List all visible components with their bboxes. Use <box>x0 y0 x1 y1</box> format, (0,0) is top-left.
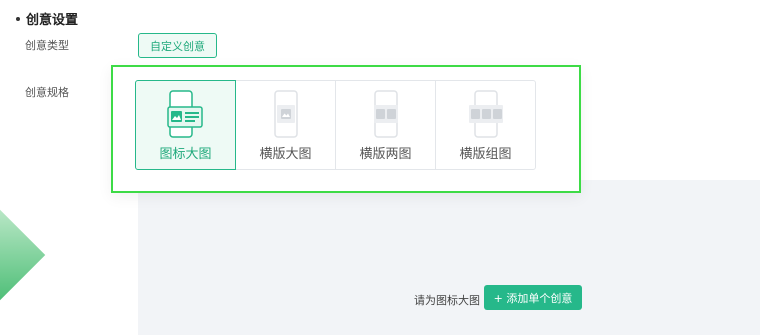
spec-option-label: 横版两图 <box>359 147 412 162</box>
decorative-shape <box>0 209 46 301</box>
spec-option-label: 图标大图 <box>159 147 212 162</box>
landscape-two-images-icon <box>373 90 398 138</box>
spec-option-label: 横版组图 <box>459 147 512 162</box>
custom-creative-button[interactable]: 自定义创意 <box>138 33 217 58</box>
spec-option-label: 横版大图 <box>259 147 312 162</box>
creative-spec-selector: 图标大图 横版大图 横版两图 横版组图 <box>111 65 581 193</box>
bullet-dot-icon <box>16 16 20 21</box>
spec-option-icon-large-image[interactable]: 图标大图 <box>135 80 236 170</box>
spec-option-landscape-image-group[interactable]: 横版组图 <box>435 80 536 170</box>
creative-hint-text: 请为图标大图 <box>414 294 480 307</box>
add-single-creative-button[interactable]: + 添加单个创意 <box>484 285 582 310</box>
creative-type-label: 创意类型 <box>25 39 69 52</box>
landscape-large-image-icon <box>273 90 298 138</box>
creative-preview-panel <box>138 180 760 335</box>
spec-option-landscape-large-image[interactable]: 横版大图 <box>235 80 336 170</box>
section-title: 创意设置 <box>16 9 78 28</box>
section-title-text: 创意设置 <box>26 13 79 28</box>
creative-spec-label: 创意规格 <box>25 86 69 99</box>
icon-large-image-icon <box>166 90 203 138</box>
landscape-image-group-icon <box>468 90 503 138</box>
spec-option-landscape-two-images[interactable]: 横版两图 <box>335 80 436 170</box>
